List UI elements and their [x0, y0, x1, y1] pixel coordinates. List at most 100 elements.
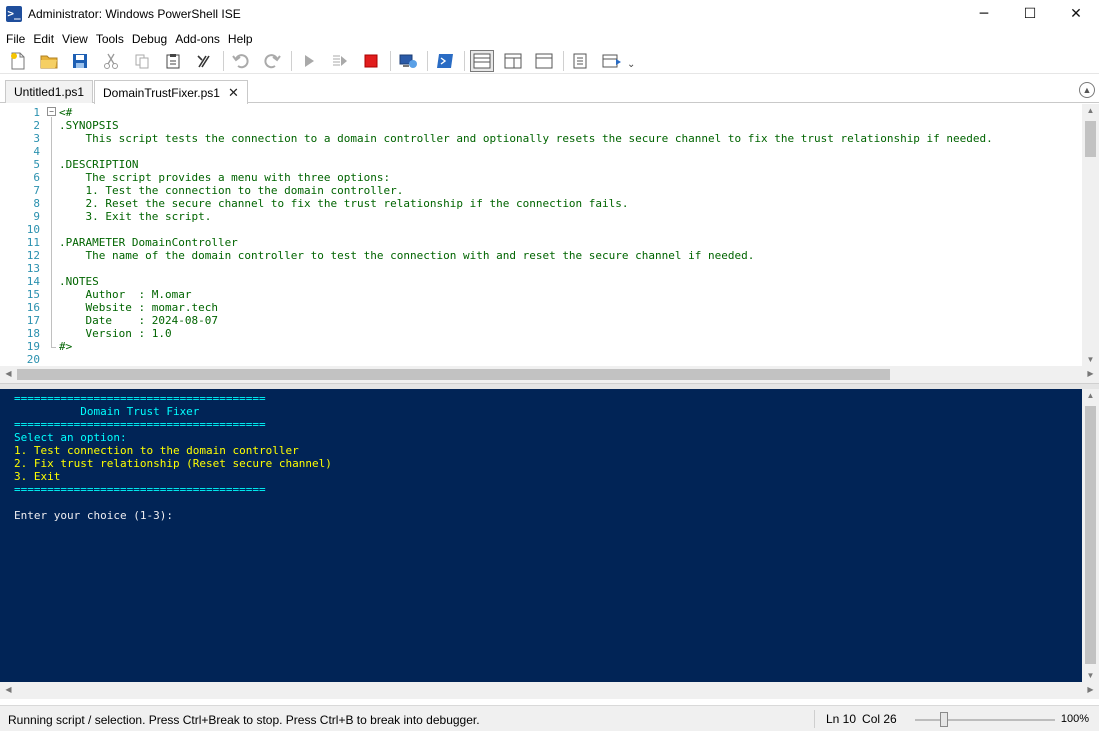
script-tabs: Untitled1.ps1 DomainTrustFixer.ps1 ✕ ▲: [0, 78, 1099, 104]
line-number: 19: [26, 340, 40, 353]
status-bar: Running script / selection. Press Ctrl+B…: [0, 705, 1099, 731]
remote-powershell-icon[interactable]: [396, 50, 420, 72]
status-message: Running script / selection. Press Ctrl+B…: [8, 713, 480, 727]
editor-vertical-scrollbar[interactable]: ▲ ▼: [1082, 104, 1099, 366]
scrollbar-thumb[interactable]: [1085, 406, 1096, 664]
toolbar-separator: [464, 50, 465, 71]
code-line: .DESCRIPTION: [59, 158, 139, 171]
copy-icon[interactable]: [130, 50, 154, 72]
console-line: Enter your choice (1-3):: [14, 509, 173, 522]
zoom-slider-track[interactable]: [915, 719, 1055, 721]
toolbar-separator: [563, 50, 564, 71]
console-pane[interactable]: ====================================== D…: [0, 389, 1082, 682]
scroll-down-icon[interactable]: ▼: [1082, 355, 1099, 364]
menu-tools[interactable]: Tools: [92, 32, 128, 46]
paste-icon[interactable]: [161, 50, 185, 72]
line-number: 4: [33, 145, 40, 158]
maximize-button[interactable]: ☐: [1007, 0, 1053, 28]
powershell-ise-window: >_ Administrator: Windows PowerShell ISE…: [0, 0, 1099, 731]
open-folder-icon[interactable]: [37, 50, 61, 72]
line-number: 16: [26, 301, 40, 314]
code-line: .SYNOPSIS: [59, 119, 119, 132]
console-vertical-scrollbar[interactable]: ▲ ▼: [1082, 389, 1099, 682]
code-line: This script tests the connection to a do…: [59, 132, 993, 145]
code-text[interactable]: <# .SYNOPSIS This script tests the connec…: [59, 106, 993, 366]
cursor-position: Ln 10 Col 26: [826, 712, 897, 726]
tab-domaintrustfixer[interactable]: DomainTrustFixer.ps1 ✕: [94, 80, 248, 104]
line-number: 10: [26, 223, 40, 236]
menu-edit[interactable]: Edit: [29, 32, 58, 46]
code-line: 3. Exit the script.: [59, 210, 212, 223]
scroll-right-icon[interactable]: ▶: [1082, 685, 1099, 694]
scroll-right-icon[interactable]: ▶: [1082, 369, 1099, 378]
scroll-left-icon[interactable]: ◀: [0, 369, 17, 378]
code-line: .NOTES: [59, 275, 99, 288]
cut-icon[interactable]: [99, 50, 123, 72]
run-icon[interactable]: [297, 50, 321, 72]
code-line: Website : momar.tech: [59, 301, 218, 314]
line-number: 15: [26, 288, 40, 301]
new-file-icon[interactable]: [6, 50, 30, 72]
line-number-gutter: 1 2 3 4 5 6 7 8 9 10 11 12 13 14 15 16 17 18 19 20: [0, 106, 40, 366]
zoom-level: 100%: [1060, 713, 1089, 725]
scroll-left-icon[interactable]: ◀: [0, 685, 17, 694]
code-line: Author : M.omar: [59, 288, 192, 301]
save-icon[interactable]: [68, 50, 92, 72]
scrollbar-thumb[interactable]: [17, 369, 890, 380]
menu-file[interactable]: File: [2, 32, 29, 46]
line-number: 3: [33, 132, 40, 145]
code-line: The name of the domain controller to tes…: [59, 249, 755, 262]
line-number: 14: [26, 275, 40, 288]
line-number: Ln 10: [826, 712, 857, 726]
close-button[interactable]: ✕: [1053, 0, 1099, 28]
scrollbar-thumb[interactable]: [1085, 121, 1096, 157]
console-line: ======================================: [14, 418, 266, 431]
menu-debug[interactable]: Debug: [128, 32, 171, 46]
scroll-up-icon[interactable]: ▲: [1082, 106, 1099, 115]
layout-right-icon[interactable]: [501, 50, 525, 72]
code-line: #>: [59, 340, 73, 353]
layout-top-icon[interactable]: [470, 49, 494, 72]
toolbar-separator: [390, 50, 391, 71]
line-number: 20: [26, 353, 40, 366]
layout-maximize-icon[interactable]: [532, 50, 556, 72]
console-line: Select an option:: [14, 431, 127, 444]
console-line: 2. Fix trust relationship (Reset secure …: [14, 457, 332, 470]
menu-help[interactable]: Help: [224, 32, 257, 46]
tab-close-icon[interactable]: ✕: [228, 85, 239, 101]
editor-horizontal-scrollbar[interactable]: ◀ ▶: [0, 366, 1099, 383]
undo-icon[interactable]: [229, 50, 253, 72]
fold-guide: [51, 117, 52, 347]
tab-untitled1[interactable]: Untitled1.ps1: [5, 80, 94, 103]
line-number: 8: [33, 197, 40, 210]
scroll-up-icon[interactable]: ▲: [1082, 391, 1099, 400]
line-number: 5: [33, 158, 40, 171]
redo-icon[interactable]: [260, 50, 284, 72]
powershell-console-icon[interactable]: [433, 50, 457, 72]
zoom-slider-thumb[interactable]: [940, 712, 949, 727]
fold-toggle-icon[interactable]: −: [47, 107, 56, 116]
line-number: 9: [33, 210, 40, 223]
console-line: Domain Trust Fixer: [14, 405, 200, 418]
collapse-script-pane-icon[interactable]: ▲: [1079, 82, 1095, 98]
minimize-button[interactable]: ─: [961, 0, 1007, 28]
scroll-down-icon[interactable]: ▼: [1082, 671, 1099, 680]
script-editor[interactable]: 1 2 3 4 5 6 7 8 9 10 11 12 13 14 15 16 17 18 19 20 − <# .SYN…: [0, 104, 1099, 366]
menu-addons[interactable]: Add-ons: [171, 32, 224, 46]
stop-icon[interactable]: [359, 50, 383, 72]
run-selection-icon[interactable]: [328, 50, 352, 72]
toolbar-overflow-icon[interactable]: ⌄: [627, 59, 635, 70]
console-horizontal-scrollbar[interactable]: ◀ ▶: [0, 682, 1099, 699]
code-line: Date : 2024-08-07: [59, 314, 218, 327]
code-line: The script provides a menu with three op…: [59, 171, 391, 184]
menu-view[interactable]: View: [58, 32, 92, 46]
show-commands-icon[interactable]: [600, 50, 624, 72]
toolbar-separator: [223, 50, 224, 71]
show-script-pane-icon[interactable]: [569, 50, 593, 72]
clear-icon[interactable]: [192, 50, 216, 72]
toolbar-separator: [291, 50, 292, 71]
